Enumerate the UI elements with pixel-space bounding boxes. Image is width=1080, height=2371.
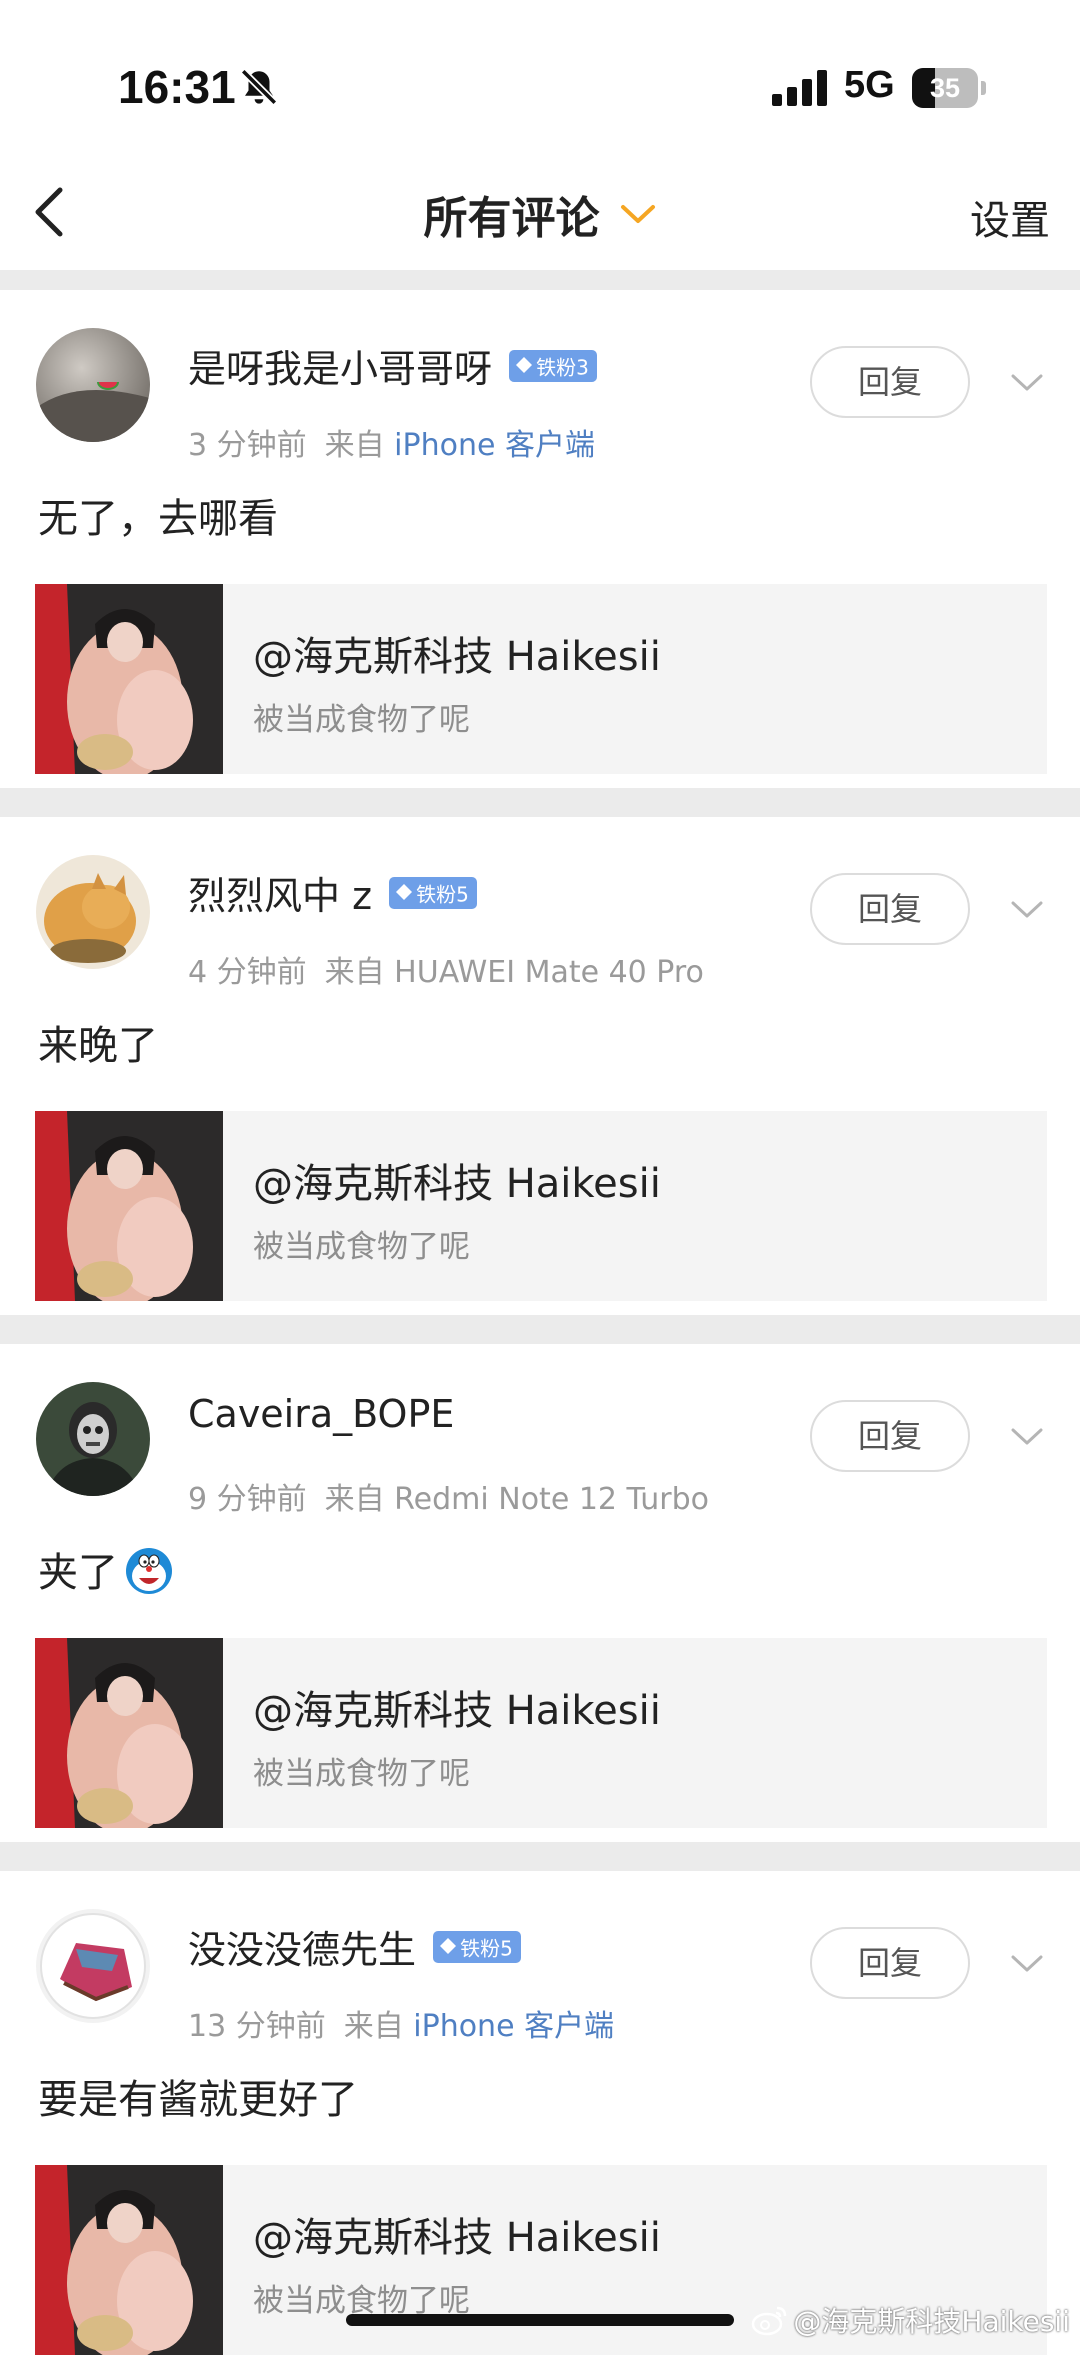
quoted-post-thumbnail (35, 1638, 223, 1828)
chevron-down-icon[interactable] (1010, 372, 1044, 394)
chevron-down-icon[interactable] (1010, 899, 1044, 921)
quoted-post-author[interactable]: @海克斯科技 Haikesii (253, 2205, 661, 2263)
user-row: Caveira_BOPE (188, 1392, 454, 1448)
comment-text-content: 无了，去哪看 (38, 496, 278, 542)
fan-badge: 铁粉5 (389, 876, 477, 909)
comment-time: 4 分钟前 (188, 955, 307, 990)
comment-text-content: 夹了 (38, 1550, 118, 1596)
username[interactable]: 烈烈风中 z (188, 865, 372, 920)
chevron-down-icon[interactable] (1010, 1426, 1044, 1448)
settings-button[interactable]: 设置 (970, 188, 1050, 246)
comment-item: Caveira_BOPE 9 分钟前 来自 Redmi Note 12 Turbo… (0, 1344, 1080, 1842)
quoted-post-author[interactable]: @海克斯科技 Haikesii (253, 1151, 661, 1209)
comment-item: 没没没德先生 铁粉5 13 分钟前 来自 iPhone 客户端 回复 要是有酱就更… (0, 1871, 1080, 2371)
source-device: Redmi Note 12 Turbo (394, 1482, 710, 1517)
avatar[interactable] (36, 855, 150, 969)
battery-level: 35 (929, 73, 961, 103)
battery-icon: 35 (912, 68, 988, 108)
comment-item: 烈烈风中 z 铁粉5 4 分钟前 来自 HUAWEI Mate 40 Pro 回复… (0, 817, 1080, 1315)
watermark: @海克斯科技Haikesii (751, 2300, 1070, 2340)
nav-bar: 所有评论 设置 (0, 150, 1080, 270)
comment-time: 13 分钟前 (188, 2009, 326, 2044)
comment-text: 来晚了 (38, 1013, 158, 1071)
comment-meta: 9 分钟前 来自 Redmi Note 12 Turbo (188, 1474, 709, 1518)
diamond-icon (440, 1938, 457, 1954)
reply-button[interactable]: 回复 (810, 1400, 970, 1472)
comment-text-content: 要是有酱就更好了 (38, 2077, 358, 2123)
home-indicator[interactable] (346, 2314, 734, 2326)
source-link[interactable]: iPhone 客户端 (413, 2009, 614, 2044)
bell-muted-icon (240, 68, 278, 106)
source-prefix: 来自 (324, 955, 385, 990)
avatar[interactable] (36, 328, 150, 442)
source-prefix: 来自 (343, 2009, 404, 2044)
fan-badge-label: 铁粉3 (536, 355, 589, 379)
page-title[interactable]: 所有评论 (423, 182, 599, 246)
quoted-post-text: 被当成食物了呢 (253, 1229, 470, 1265)
comment-text: 无了，去哪看 (38, 486, 278, 544)
status-time: 16:31 (118, 61, 236, 113)
comment-text: 夹了 (38, 1540, 174, 1600)
username[interactable]: 没没没德先生 (188, 1919, 416, 1974)
comment-time: 9 分钟前 (188, 1482, 307, 1517)
avatar[interactable] (36, 1909, 150, 2023)
avatar[interactable] (36, 1382, 150, 1496)
fan-badge: 铁粉5 (433, 1930, 521, 1963)
username[interactable]: 是呀我是小哥哥呀 (188, 338, 492, 393)
quoted-post-author[interactable]: @海克斯科技 Haikesii (253, 1678, 661, 1736)
quoted-post-thumbnail (35, 1111, 223, 1301)
comment-meta: 13 分钟前 来自 iPhone 客户端 (188, 2001, 614, 2045)
user-row: 没没没德先生 铁粉5 (188, 1919, 521, 1975)
weibo-icon (752, 2306, 787, 2336)
fan-badge-label: 铁粉5 (416, 882, 469, 906)
quoted-post-card[interactable]: @海克斯科技 Haikesii 被当成食物了呢 (35, 1111, 1047, 1301)
comment-item: 是呀我是小哥哥呀 铁粉3 3 分钟前 来自 iPhone 客户端 回复 无了，去哪… (0, 290, 1080, 788)
reply-button[interactable]: 回复 (810, 1927, 970, 1999)
user-row: 是呀我是小哥哥呀 铁粉3 (188, 338, 597, 394)
fan-badge-label: 铁粉5 (460, 1936, 513, 1960)
quoted-post-card[interactable]: @海克斯科技 Haikesii 被当成食物了呢 (35, 1638, 1047, 1828)
comment-meta: 3 分钟前 来自 iPhone 客户端 (188, 420, 595, 464)
user-row: 烈烈风中 z 铁粉5 (188, 865, 477, 921)
username[interactable]: Caveira_BOPE (188, 1392, 454, 1436)
doraemon-emoji-icon (126, 1548, 172, 1594)
quoted-post-text: 被当成食物了呢 (253, 702, 470, 738)
diamond-icon (516, 357, 533, 373)
quoted-post-thumbnail (35, 2165, 223, 2355)
reply-button[interactable]: 回复 (810, 873, 970, 945)
source-prefix: 来自 (324, 1482, 385, 1517)
source-device: HUAWEI Mate 40 Pro (394, 955, 704, 990)
fan-badge: 铁粉3 (509, 349, 597, 382)
status-bar: 16:31 5G 35 (0, 0, 1080, 150)
quoted-post-text: 被当成食物了呢 (253, 1756, 470, 1792)
source-link[interactable]: iPhone 客户端 (394, 428, 595, 463)
signal-icon (772, 70, 827, 106)
network-type: 5G (844, 64, 895, 106)
source-prefix: 来自 (324, 428, 385, 463)
quoted-post-card[interactable]: @海克斯科技 Haikesii 被当成食物了呢 (35, 584, 1047, 774)
title-dropdown[interactable]: 所有评论 (0, 182, 1080, 244)
comment-text: 要是有酱就更好了 (38, 2067, 358, 2125)
comment-time: 3 分钟前 (188, 428, 307, 463)
comment-meta: 4 分钟前 来自 HUAWEI Mate 40 Pro (188, 947, 704, 991)
chevron-down-icon[interactable] (619, 202, 657, 226)
comment-text-content: 来晚了 (38, 1023, 158, 1069)
quoted-post-thumbnail (35, 584, 223, 774)
reply-button[interactable]: 回复 (810, 346, 970, 418)
quoted-post-author[interactable]: @海克斯科技 Haikesii (253, 624, 661, 682)
diamond-icon (396, 884, 413, 900)
chevron-down-icon[interactable] (1010, 1953, 1044, 1975)
watermark-text: @海克斯科技Haikesii (793, 2305, 1070, 2338)
